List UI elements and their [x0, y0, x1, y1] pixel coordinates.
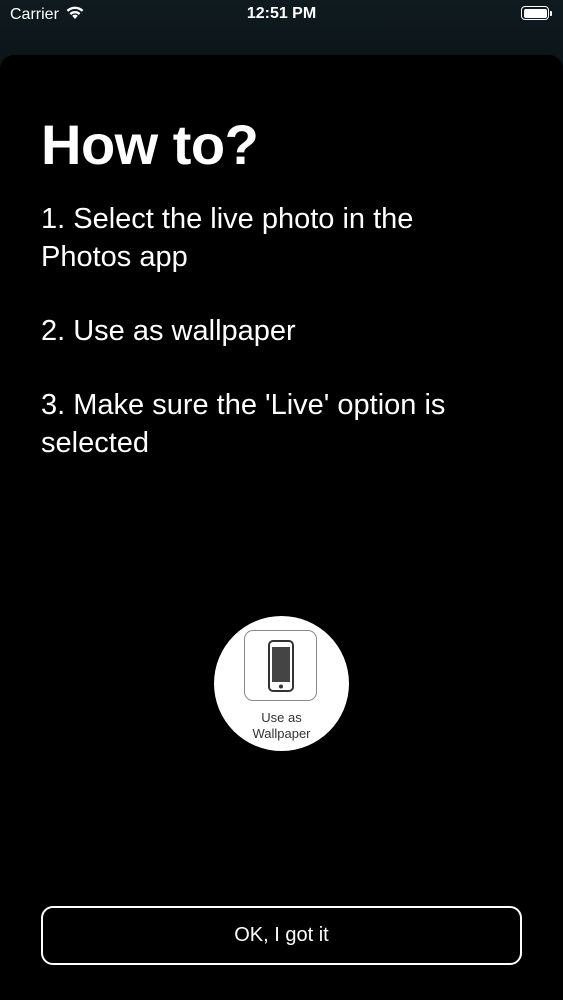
status-time: 12:51 PM — [246, 5, 317, 22]
battery-icon — [521, 6, 552, 20]
status-bar: Carrier 12:51 PM — [0, 0, 563, 30]
step-item: 1. Select the live photo in the Photos a… — [41, 203, 414, 273]
steps-list: 1. Select the live photo in the Photos a… — [41, 200, 481, 498]
screen: Carrier 12:51 PM How to? 1. Select the l… — [0, 0, 563, 1000]
use-as-wallpaper-illustration: Use as Wallpaper — [214, 616, 349, 751]
status-right — [521, 6, 552, 20]
how-to-sheet: How to? 1. Select the live photo in the … — [0, 55, 563, 1000]
wallpaper-label-line2: Wallpaper — [252, 726, 311, 741]
battery-fill — [523, 8, 547, 18]
use-as-wallpaper-label: Use as Wallpaper — [214, 710, 349, 742]
step-item: 2. Use as wallpaper — [41, 315, 296, 347]
sheet-title: How to? — [41, 113, 259, 176]
step-item: 3. Make sure the 'Live' option is select… — [41, 389, 446, 459]
phone-icon — [267, 639, 294, 692]
ok-got-it-button[interactable]: OK, I got it — [41, 906, 522, 965]
wallpaper-label-line1: Use as — [261, 710, 302, 725]
phone-icon-box — [244, 630, 317, 701]
